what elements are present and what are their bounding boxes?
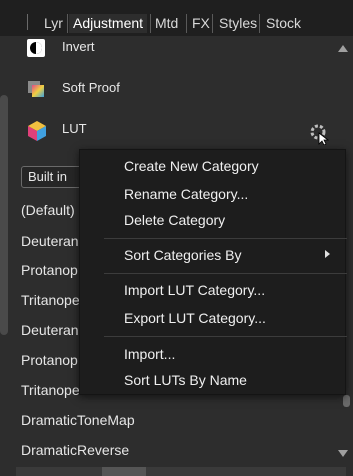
horizontal-scroll-thumb[interactable] <box>102 467 146 476</box>
menu-separator <box>104 238 347 239</box>
scroll-up-arrow-icon[interactable] <box>338 45 348 52</box>
menu-separator <box>104 273 347 274</box>
right-scroll-thumb[interactable] <box>343 395 350 407</box>
adjustment-label: Soft Proof <box>62 80 120 95</box>
left-scrollbar[interactable] <box>0 95 8 335</box>
gear-icon[interactable] <box>309 123 330 146</box>
invert-icon <box>26 38 46 58</box>
menu-item-sort-categories-by[interactable]: Sort Categories By <box>124 247 242 263</box>
menu-item-sort-luts-by-name[interactable]: Sort LUTs By Name <box>124 372 247 388</box>
adjustment-label: Invert <box>62 39 95 54</box>
lut-list-item[interactable]: Protanop <box>21 352 78 368</box>
lut-list-item[interactable]: Tritanope <box>21 292 80 308</box>
lut-list-item[interactable]: Deuteran <box>21 322 79 338</box>
menu-separator <box>104 336 347 337</box>
lut-list-item[interactable]: Protanop <box>21 262 78 278</box>
adjustment-item-lut[interactable]: LUT <box>0 112 340 148</box>
horizontal-scrollbar[interactable] <box>16 467 346 476</box>
scroll-down-arrow-icon[interactable] <box>338 450 348 457</box>
menu-item-import[interactable]: Import... <box>124 346 175 362</box>
menu-item-delete-category[interactable]: Delete Category <box>124 212 225 228</box>
lut-cube-icon <box>26 120 46 141</box>
lut-list-item[interactable]: Deuteran <box>21 233 79 249</box>
menu-item-create-new-category[interactable]: Create New Category <box>124 158 259 174</box>
menu-item-import-lut-category[interactable]: Import LUT Category... <box>124 282 265 298</box>
adjustment-item-soft-proof[interactable]: Soft Proof <box>0 71 340 107</box>
soft-proof-icon <box>26 79 46 99</box>
menu-item-export-lut-category[interactable]: Export LUT Category... <box>124 310 266 326</box>
lut-list-item[interactable]: (Default) <box>21 202 75 218</box>
tab-bar-grip[interactable] <box>27 14 28 30</box>
lut-list-item[interactable]: DramaticToneMap <box>21 412 135 428</box>
submenu-arrow-icon <box>325 250 330 258</box>
lut-list-item[interactable]: DramaticReverse <box>21 442 129 458</box>
context-menu: Create New Category Rename Category... D… <box>79 149 347 395</box>
category-select[interactable]: Built in <box>21 166 85 188</box>
adjustment-label: LUT <box>62 121 87 136</box>
lut-list-item[interactable]: Tritanope <box>21 382 80 398</box>
menu-item-rename-category[interactable]: Rename Category... <box>124 186 248 202</box>
adjustment-item-invert[interactable]: Invert <box>0 30 340 66</box>
